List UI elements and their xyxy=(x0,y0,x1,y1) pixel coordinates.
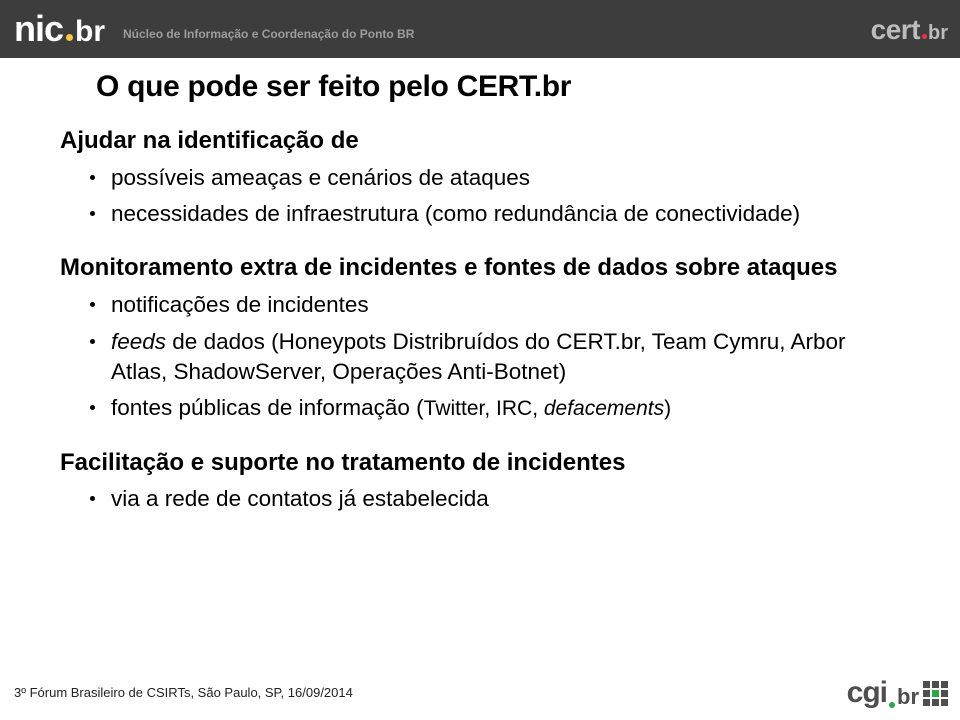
cert-logo-text: cert xyxy=(871,14,920,46)
bullet-icon xyxy=(90,175,95,180)
dot-icon xyxy=(66,34,73,41)
cert-logo: cert br xyxy=(871,14,948,46)
bullet-text: fontes públicas de informação (Twitter, … xyxy=(111,393,671,423)
bullet-icon xyxy=(90,302,95,307)
bullet-text-part: fontes públicas de informação ( xyxy=(111,395,424,420)
bullet-text-part: de dados (Honeypots Distribruídos do CER… xyxy=(111,329,846,384)
bullet-list: via a rede de contatos já estabelecida xyxy=(90,484,900,514)
dot-icon xyxy=(922,34,927,39)
grid-icon xyxy=(923,681,948,706)
cert-logo-br: br xyxy=(928,22,948,45)
cgi-logo-br: br xyxy=(897,684,919,710)
nic-subtitle: Núcleo de Informação e Coordenação do Po… xyxy=(123,27,414,41)
content: O que pode ser feito pelo CERT.br Ajudar… xyxy=(60,70,900,515)
bullet-icon xyxy=(90,405,95,410)
page-title: O que pode ser feito pelo CERT.br xyxy=(96,70,900,104)
bullet-list: notificações de incidentes feeds de dado… xyxy=(90,290,900,424)
bullet-list: possíveis ameaças e cenários de ataques … xyxy=(90,163,900,230)
footer-note: 3º Fórum Brasileiro de CSIRTs, São Paulo… xyxy=(14,685,353,700)
topbar: nic br Núcleo de Informação e Coordenaçã… xyxy=(0,0,960,58)
bullet-text: necessidades de infraestrutura (como red… xyxy=(111,199,800,229)
list-item: possíveis ameaças e cenários de ataques xyxy=(90,163,900,193)
bullet-text-part: ) xyxy=(664,397,671,420)
list-item: via a rede de contatos já estabelecida xyxy=(90,484,900,514)
italic-text: feeds xyxy=(111,329,166,354)
spacer xyxy=(60,424,900,442)
bullet-text: feeds de dados (Honeypots Distribruídos … xyxy=(111,327,900,388)
list-item: feeds de dados (Honeypots Distribruídos … xyxy=(90,327,900,388)
cgi-logo-text: cgi xyxy=(847,676,887,710)
bullet-icon xyxy=(90,339,95,344)
list-item: fontes públicas de informação (Twitter, … xyxy=(90,393,900,423)
bullet-text: via a rede de contatos já estabelecida xyxy=(111,484,489,514)
list-item: notificações de incidentes xyxy=(90,290,900,320)
section-heading: Facilitação e suporte no tratamento de i… xyxy=(60,448,900,479)
bullet-text-part: Twitter, IRC, xyxy=(424,397,544,420)
bullet-icon xyxy=(90,496,95,501)
list-item: necessidades de infraestrutura (como red… xyxy=(90,199,900,229)
dot-icon xyxy=(889,702,895,708)
nic-logo: nic br xyxy=(14,8,105,50)
italic-text: defacements xyxy=(544,397,664,420)
nic-logo-br: br xyxy=(75,15,105,49)
section-heading: Ajudar na identificação de xyxy=(60,126,900,157)
cgi-logo: cgi br xyxy=(847,676,948,710)
nic-logo-text: nic xyxy=(14,8,63,50)
bullet-text: notificações de incidentes xyxy=(111,290,369,320)
bullet-icon xyxy=(90,211,95,216)
slide: nic br Núcleo de Informação e Coordenaçã… xyxy=(0,0,960,720)
section-heading: Monitoramento extra de incidentes e font… xyxy=(60,253,900,284)
spacer xyxy=(60,229,900,247)
bullet-text: possíveis ameaças e cenários de ataques xyxy=(111,163,530,193)
